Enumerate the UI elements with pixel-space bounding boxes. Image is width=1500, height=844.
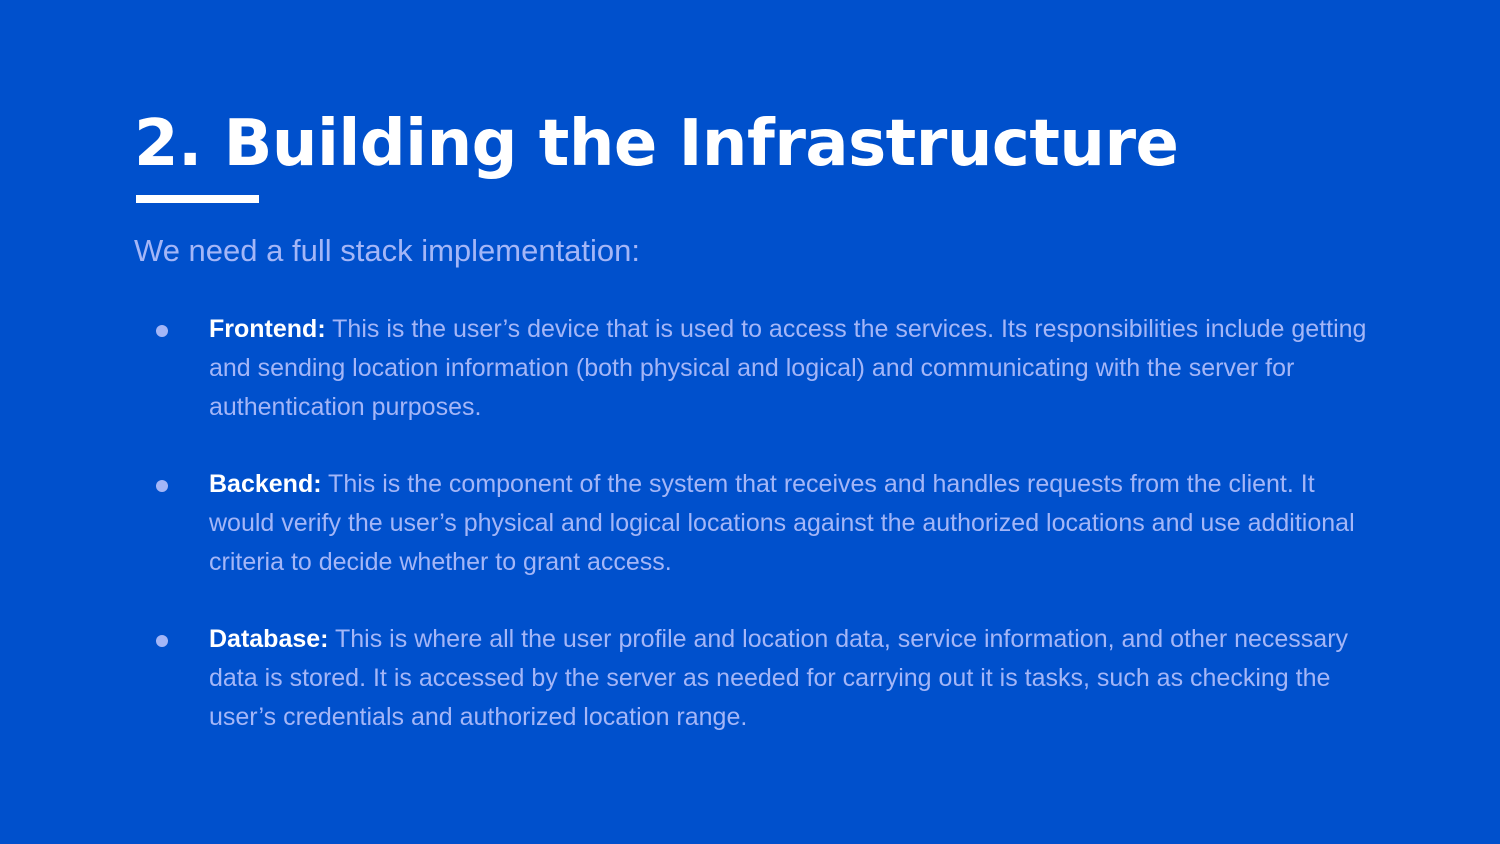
bullet-dot-icon — [156, 480, 168, 492]
bullet-description: This is the component of the system that… — [209, 470, 1355, 576]
slide-title: 2. Building the Infrastructure — [134, 107, 1179, 181]
bullet-dot-icon — [156, 325, 168, 337]
bullet-text: Backend: This is the component of the sy… — [209, 465, 1369, 582]
bullet-term: Backend: — [209, 470, 322, 498]
slide-subtitle: We need a full stack implementation: — [134, 233, 641, 268]
slide: 2. Building the Infrastructure We need a… — [0, 0, 1500, 844]
bullet-term: Database: — [209, 625, 329, 653]
title-underline — [136, 195, 259, 203]
bullet-text: Database: This is where all the user pro… — [209, 620, 1369, 737]
bullet-description: This is the user’s device that is used t… — [209, 315, 1367, 421]
bullet-description: This is where all the user profile and l… — [209, 625, 1349, 731]
bullet-term: Frontend: — [209, 315, 326, 343]
bullet-text: Frontend: This is the user’s device that… — [209, 310, 1369, 427]
bullet-dot-icon — [156, 635, 168, 647]
